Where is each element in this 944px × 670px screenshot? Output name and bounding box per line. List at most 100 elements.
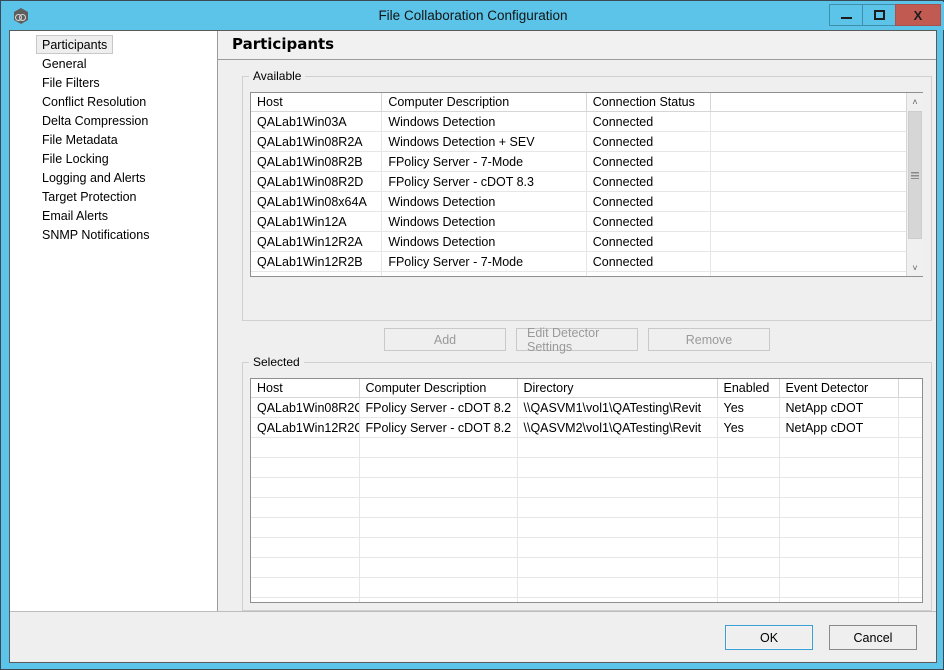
table-row[interactable]: QALab1Win08R2B FPolicy Server - 7-Mode C… [251,151,922,172]
sidebar-item-delta-compression[interactable]: Delta Compression [36,111,154,130]
cell-directory: \\QASVM1\vol1\QATesting\Revit [517,397,718,418]
cell-spacer [710,151,922,172]
sidebar-item-conflict-resolution[interactable]: Conflict Resolution [36,92,152,111]
cell-description: Windows Detection + SEV [381,131,587,152]
sidebar-item-target-protection[interactable]: Target Protection [36,187,143,206]
table-row[interactable]: QALab1Win08R2C FPolicy Server - cDOT 8.2… [251,397,922,418]
selected-table: Host Computer Description Directory Enab… [251,379,922,602]
dialog-footer: OK Cancel [10,611,936,662]
edit-detector-settings-button[interactable]: Edit Detector Settings [516,326,638,354]
close-button[interactable]: X [895,4,941,26]
column-header-connection-status[interactable]: Connection Status [586,93,712,112]
table-row-empty[interactable] [251,577,922,598]
cell-event-detector: NetApp cDOT [779,417,899,438]
cell-spacer [710,251,922,272]
sidebar-item-file-locking[interactable]: File Locking [36,149,115,168]
add-button[interactable]: Add [384,328,506,351]
sidebar-item-participants[interactable]: Participants [36,35,114,54]
column-header-computer-description[interactable]: Computer Description [381,93,587,112]
settings-sidebar: Participants General File Filters Confli… [10,31,218,611]
table-row-empty[interactable] [251,517,922,538]
table-row-empty[interactable] [251,557,922,578]
column-header-spacer[interactable] [710,93,922,112]
table-row[interactable]: QALab1Win12R2A Windows Detection Connect… [251,231,922,252]
column-header-directory[interactable]: Directory [517,379,718,398]
cell-enabled: Yes [717,417,780,438]
cell-status: Connected [586,151,712,172]
cell-description: FPolicy Server - cDOT 8.2 [359,397,518,418]
table-row-empty[interactable] [251,437,922,458]
sidebar-item-general[interactable]: General [36,54,92,73]
cell-description: FPolicy Server - cDOT 8.2 [359,417,518,438]
minimize-icon [840,17,852,19]
table-row[interactable]: QALab1Win12R2D FPolicy Server - cDOT 8.3… [251,271,922,276]
table-row[interactable]: QALab1Win12R2C FPolicy Server - cDOT 8.2… [251,417,922,438]
table-row-empty[interactable] [251,477,922,498]
column-header-computer-description[interactable]: Computer Description [359,379,518,398]
selected-legend: Selected [249,355,304,369]
table-row[interactable]: QALab1Win08R2D FPolicy Server - cDOT 8.3… [251,171,922,192]
table-row-empty[interactable] [251,597,922,602]
column-header-event-detector[interactable]: Event Detector [779,379,899,398]
sidebar-item-file-metadata[interactable]: File Metadata [36,130,124,149]
maximize-button[interactable] [862,4,895,26]
cell-status: Connected [586,191,712,212]
ok-button[interactable]: OK [725,625,813,650]
participant-action-buttons: Add Edit Detector Settings Remove [218,326,936,354]
cancel-button[interactable]: Cancel [829,625,917,650]
table-row[interactable]: QALab1Win12R2B FPolicy Server - 7-Mode C… [251,251,922,272]
cell-host: QALab1Win12R2C [251,417,360,438]
cell-spacer [898,417,922,438]
cell-spacer [710,211,922,232]
sidebar-item-logging-and-alerts[interactable]: Logging and Alerts [36,168,152,187]
cell-status: Connected [586,171,712,192]
cell-host: QALab1Win03A [251,111,383,132]
cell-host: QALab1Win12A [251,211,383,232]
client-area: Participants General File Filters Confli… [9,30,937,663]
scroll-up-icon[interactable]: ˄ [907,93,923,110]
cell-host: QALab1Win08R2A [251,131,383,152]
table-row-empty[interactable] [251,497,922,518]
cell-description: FPolicy Server - cDOT 8.3 [381,171,587,192]
cell-host: QALab1Win12R2B [251,251,383,272]
remove-button[interactable]: Remove [648,328,770,351]
cell-spacer [710,191,922,212]
cell-status: Connected [586,211,712,232]
minimize-button[interactable] [829,4,862,26]
table-row-empty[interactable] [251,537,922,558]
cell-host: QALab1Win08R2D [251,171,383,192]
cell-description: Windows Detection [381,231,587,252]
table-row[interactable]: QALab1Win08R2A Windows Detection + SEV C… [251,131,922,152]
page-title: Participants [232,35,335,53]
cell-description: Windows Detection [381,191,587,212]
table-header-row: Host Computer Description Connection Sta… [251,93,922,112]
table-row[interactable]: QALab1Win08x64A Windows Detection Connec… [251,191,922,212]
scroll-down-icon[interactable]: ˅ [907,259,923,276]
column-header-host[interactable]: Host [251,379,360,398]
sidebar-item-snmp-notifications[interactable]: SNMP Notifications [36,225,155,244]
sidebar-item-file-filters[interactable]: File Filters [36,73,106,92]
scrollbar-thumb[interactable] [908,111,922,239]
cell-description: FPolicy Server - 7-Mode [381,251,587,272]
title-bar: File Collaboration Configuration X [2,2,944,30]
column-header-enabled[interactable]: Enabled [717,379,780,398]
available-table-container: Host Computer Description Connection Sta… [250,92,923,277]
table-row-empty[interactable] [251,457,922,478]
table-row[interactable]: QALab1Win03A Windows Detection Connected [251,111,922,132]
cell-host: QALab1Win12R2D [251,271,383,276]
sidebar-item-email-alerts[interactable]: Email Alerts [36,206,114,225]
cell-spacer [710,231,922,252]
available-vertical-scrollbar[interactable]: ˄ ˅ [906,93,923,276]
cell-enabled: Yes [717,397,780,418]
column-header-spacer[interactable] [898,379,922,398]
cell-description: Windows Detection [381,111,587,132]
maximize-icon [873,10,885,20]
cell-spacer [710,111,922,132]
cell-directory: \\QASVM2\vol1\QATesting\Revit [517,417,718,438]
available-legend: Available [249,69,306,83]
column-header-host[interactable]: Host [251,93,383,112]
cell-status: Connected [586,231,712,252]
cell-host: QALab1Win08R2B [251,151,383,172]
table-row[interactable]: QALab1Win12A Windows Detection Connected [251,211,922,232]
cell-event-detector: NetApp cDOT [779,397,899,418]
